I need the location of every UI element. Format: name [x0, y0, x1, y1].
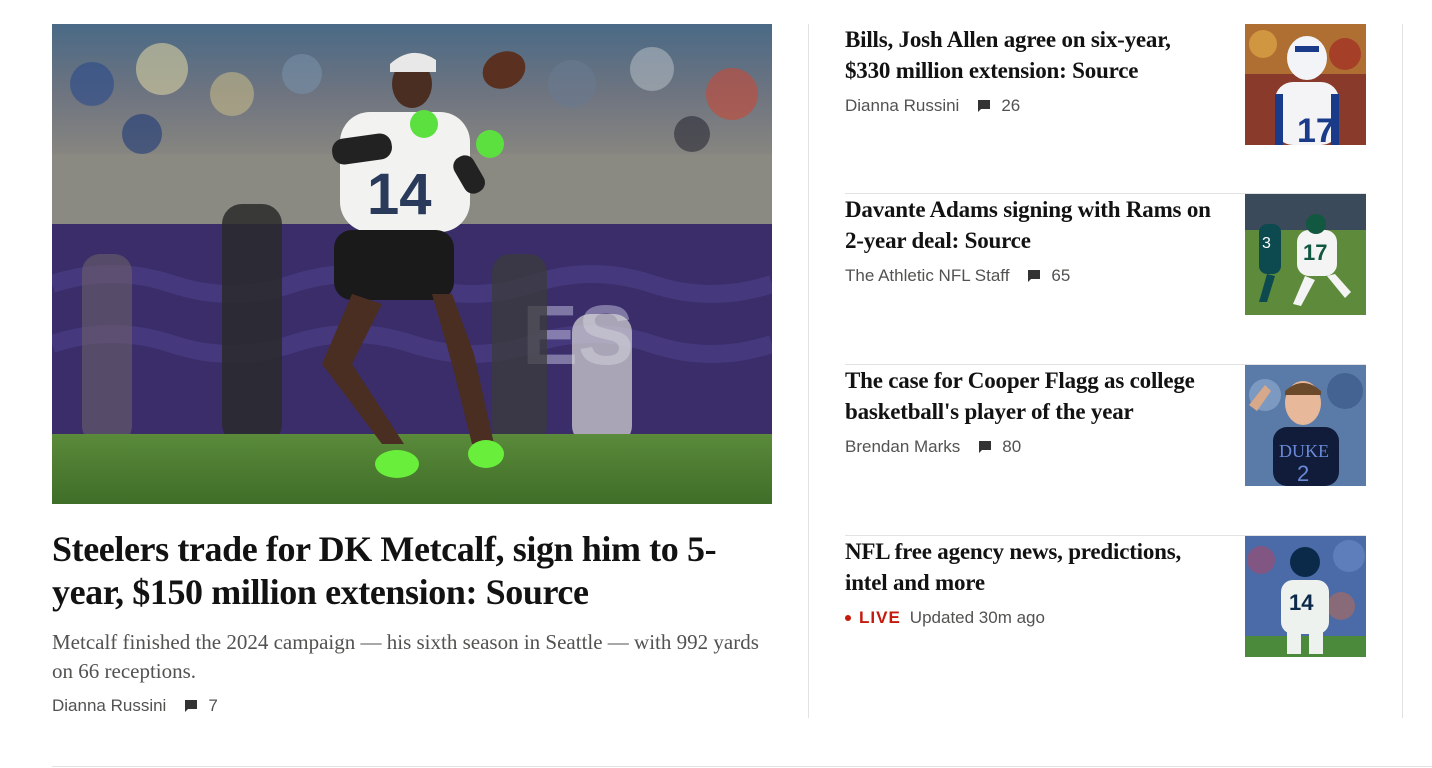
story-jersey-number: 17 — [1297, 112, 1335, 145]
story-thumbnail[interactable]: 3 17 — [1245, 194, 1366, 315]
lead-story-byline[interactable]: Dianna Russini — [52, 696, 166, 716]
thumbnail-photo: 14 — [1245, 536, 1366, 657]
story-headline[interactable]: Bills, Josh Allen agree on six-year, $33… — [845, 24, 1215, 86]
story-item: The case for Cooper Flagg as college bas… — [845, 365, 1366, 536]
lead-story-comments-link[interactable]: 7 — [184, 696, 218, 716]
story-headline[interactable]: The case for Cooper Flagg as college bas… — [845, 365, 1215, 427]
story-text: Bills, Josh Allen agree on six-year, $33… — [845, 24, 1215, 118]
lead-story: ES 14 — [52, 24, 772, 718]
story-meta: Dianna Russini 26 — [845, 94, 1215, 118]
story-comment-count: 80 — [1002, 437, 1022, 456]
story-jersey-number: 17 — [1303, 240, 1327, 265]
thumbnail-photo: 17 — [1245, 24, 1366, 145]
comment-icon — [978, 440, 992, 454]
story-text: The case for Cooper Flagg as college bas… — [845, 365, 1215, 459]
story-byline[interactable]: Dianna Russini — [845, 96, 959, 116]
story-headline[interactable]: NFL free agency news, predictions, intel… — [845, 536, 1215, 598]
live-dot-icon — [845, 615, 851, 621]
lead-story-comment-count: 7 — [208, 696, 218, 715]
story-text: Davante Adams signing with Rams on 2-yea… — [845, 194, 1215, 288]
secondary-stories: Bills, Josh Allen agree on six-year, $33… — [845, 24, 1366, 707]
story-thumbnail[interactable]: DUKE 2 — [1245, 365, 1366, 486]
thumbnail-photo: DUKE 2 — [1245, 365, 1366, 486]
story-meta: LIVE Updated 30m ago — [845, 606, 1215, 630]
story-jersey-text: DUKE — [1279, 441, 1329, 461]
lead-story-image[interactable]: ES 14 — [52, 24, 772, 504]
story-thumbnail[interactable]: 17 — [1245, 24, 1366, 145]
right-divider — [1402, 24, 1403, 718]
story-text: NFL free agency news, predictions, intel… — [845, 536, 1215, 630]
story-headline[interactable]: Davante Adams signing with Rams on 2-yea… — [845, 194, 1215, 256]
story-item: Bills, Josh Allen agree on six-year, $33… — [845, 24, 1366, 194]
story-byline[interactable]: Brendan Marks — [845, 437, 960, 457]
story-thumbnail[interactable]: 14 — [1245, 536, 1366, 657]
thumbnail-photo: 3 17 — [1245, 194, 1366, 315]
story-comment-count: 26 — [1001, 96, 1021, 115]
story-comments-link[interactable]: 65 — [1027, 266, 1070, 286]
story-comment-count: 65 — [1051, 266, 1071, 285]
lead-jersey-number: 14 — [367, 162, 432, 227]
story-updated-time: Updated 30m ago — [909, 608, 1045, 627]
lead-story-summary: Metcalf finished the 2024 campaign — his… — [52, 630, 759, 683]
bottom-divider — [52, 766, 1432, 767]
story-comments-link[interactable]: 26 — [977, 96, 1020, 116]
live-badge: LIVE — [859, 608, 901, 627]
story-item: NFL free agency news, predictions, intel… — [845, 536, 1366, 707]
lead-photo: ES 14 — [52, 24, 772, 504]
story-jersey-number: 2 — [1297, 461, 1309, 486]
comment-icon — [184, 699, 198, 713]
story-comments-link[interactable]: 80 — [978, 437, 1021, 457]
comment-icon — [977, 99, 991, 113]
story-meta: Brendan Marks 80 — [845, 435, 1215, 459]
story-byline[interactable]: The Athletic NFL Staff — [845, 266, 1009, 286]
lead-story-headline[interactable]: Steelers trade for DK Metcalf, sign him … — [52, 528, 772, 614]
lead-story-meta: Dianna Russini 7 — [52, 694, 772, 718]
svg-text:3: 3 — [1262, 235, 1271, 252]
column-divider — [808, 24, 809, 718]
comment-icon — [1027, 269, 1041, 283]
story-meta: The Athletic NFL Staff 65 — [845, 264, 1215, 288]
story-jersey-number: 14 — [1289, 590, 1314, 615]
story-item: Davante Adams signing with Rams on 2-yea… — [845, 194, 1366, 365]
